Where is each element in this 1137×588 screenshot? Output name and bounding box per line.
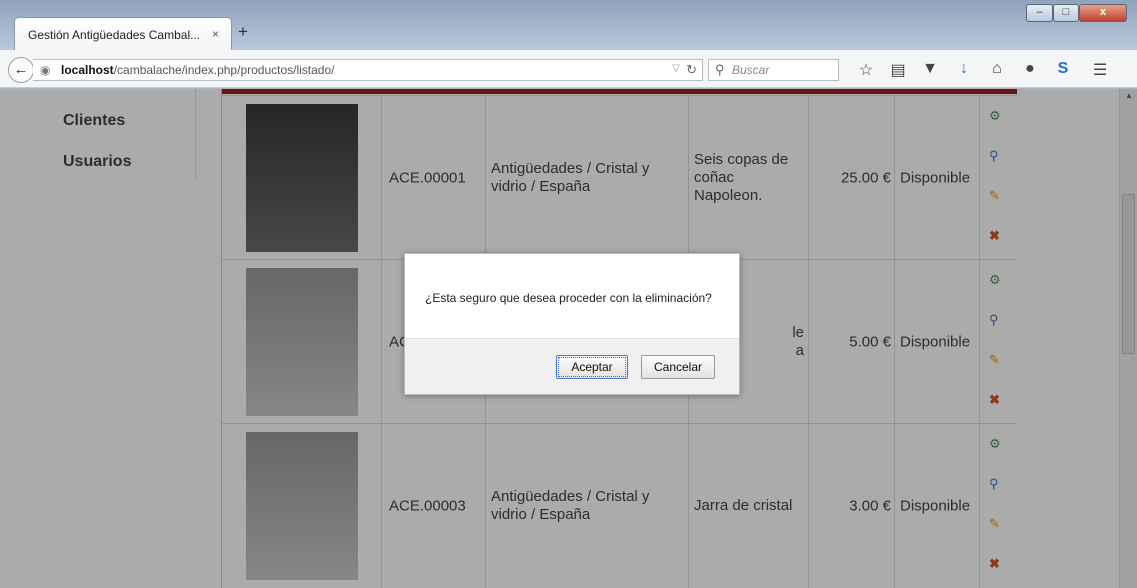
tab-close-icon[interactable]: × [212,27,219,41]
browser-navbar: ← ◉ localhost/cambalache/index.php/produ… [0,50,1137,88]
window-close-button[interactable]: x [1079,4,1127,22]
downloads-icon[interactable]: ↓ [953,60,975,78]
url-dropdown-icon[interactable]: ▽ [672,63,680,74]
url-bar[interactable]: ◉ localhost/cambalache/index.php/product… [33,59,703,81]
dialog-footer: Aceptar Cancelar [405,338,739,394]
cancel-button[interactable]: Cancelar [641,355,715,379]
site-info-icon[interactable]: ◉ [40,63,50,77]
window-titlebar: Gestión Antigüedades Cambal... × + – □ x [0,0,1137,50]
reload-icon[interactable]: ↻ [686,62,697,78]
reading-list-icon[interactable]: ▤ [887,60,909,80]
window-maximize-button[interactable]: □ [1053,4,1079,22]
search-input[interactable]: ⚲ Buscar [708,59,839,81]
chat-icon[interactable]: ● [1019,60,1041,78]
url-path: /cambalache/index.php/productos/listado/ [113,63,335,77]
dialog-message: ¿Esta seguro que desea proceder con la e… [425,291,712,305]
url-host: localhost [61,63,114,77]
pocket-icon[interactable]: ▼ [919,60,941,78]
tab-title: Gestión Antigüedades Cambal... [28,28,201,42]
new-tab-button[interactable]: + [238,22,248,42]
bookmark-star-icon[interactable]: ☆ [855,60,877,80]
skype-icon[interactable]: S [1052,60,1074,78]
menu-icon[interactable]: ☰ [1089,60,1111,80]
back-button[interactable]: ← [8,57,34,83]
search-placeholder: Buscar [732,63,770,77]
browser-tab[interactable]: Gestión Antigüedades Cambal... × [14,17,232,50]
search-icon: ⚲ [715,62,725,77]
confirm-delete-dialog: ¿Esta seguro que desea proceder con la e… [404,253,740,395]
home-icon[interactable]: ⌂ [986,60,1008,78]
window-minimize-button[interactable]: – [1026,4,1053,22]
back-arrow-icon: ← [13,61,29,78]
accept-button[interactable]: Aceptar [556,355,628,379]
